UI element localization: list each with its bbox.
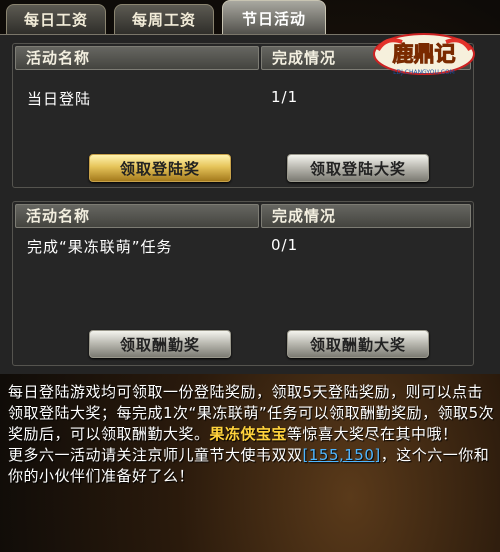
completion-cell: 1/1	[271, 88, 299, 106]
column-header-activity-name: 活动名称	[15, 204, 259, 228]
tab-daily-wage[interactable]: 每日工资	[6, 4, 106, 34]
column-header-completion: 完成情况	[261, 204, 471, 228]
npc-coordinate-link[interactable]: [155,150]	[303, 446, 381, 464]
column-header-activity-name: 活动名称	[15, 46, 259, 70]
task-activity-table: 活动名称 完成情况 完成“果冻联萌”任务 0/1 领取酬勤奖 领取酬勤大奖	[12, 201, 474, 366]
tab-festival-activity[interactable]: 节日活动	[222, 0, 326, 36]
tab-weekly-wage[interactable]: 每周工资	[114, 4, 214, 34]
claim-login-grand-reward-button[interactable]: 领取登陆大奖	[287, 154, 429, 182]
activity-name-cell: 完成“果冻联萌”任务	[27, 238, 173, 256]
description-text: 更多六一活动请关注京师儿童节大使韦双双	[8, 446, 303, 464]
activity-panel: 活动名称 完成情况 当日登陆 1/1 领取登陆奖 领取登陆大奖 活动名称 完成情…	[0, 34, 500, 374]
activity-description: 每日登陆游戏均可领取一份登陆奖励，领取5天登陆奖励，则可以点击领取登陆大奖；每完…	[8, 382, 496, 487]
claim-diligence-reward-button[interactable]: 领取酬勤奖	[89, 330, 231, 358]
claim-diligence-grand-reward-button[interactable]: 领取酬勤大奖	[287, 330, 429, 358]
game-logo: 鹿鼎记 LDJ.CHANGYOU.COM	[372, 32, 476, 80]
activity-name-cell: 当日登陆	[27, 90, 92, 108]
claim-login-reward-button[interactable]: 领取登陆奖	[89, 154, 231, 182]
description-text: 等惊喜大奖尽在其中哦！	[287, 425, 458, 443]
logo-subtitle: LDJ.CHANGYOU.COM	[393, 69, 455, 76]
tab-bar: 每日工资 每周工资 节日活动	[0, 0, 500, 36]
logo-title: 鹿鼎记	[393, 41, 456, 66]
reward-highlight: 果冻侠宝宝	[209, 425, 288, 443]
completion-cell: 0/1	[271, 236, 299, 254]
